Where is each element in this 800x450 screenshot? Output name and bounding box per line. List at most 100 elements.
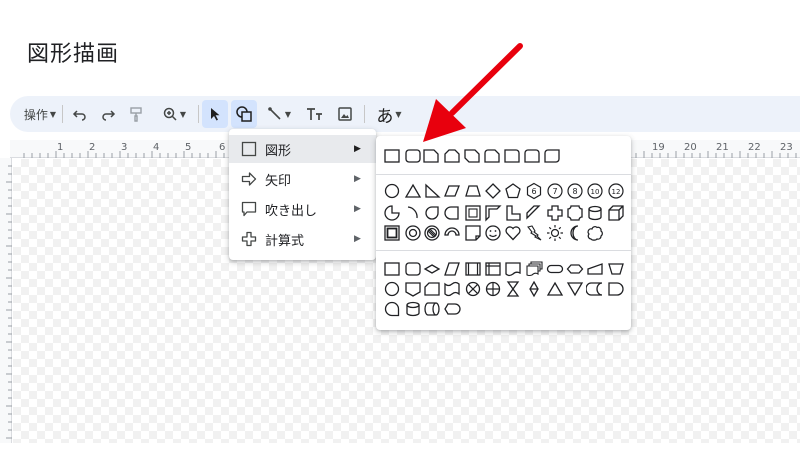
snip-same-side-corner-rectangle-shape-icon[interactable] [443,147,461,165]
rectangle-shape-icon[interactable] [383,147,401,165]
dodecagon-12-shape-icon[interactable]: 12 [607,182,625,200]
flowchart-merge-shape-icon[interactable] [566,280,584,298]
round-diagonal-corner-rectangle-shape-icon[interactable] [543,147,561,165]
flowchart-predefined-process-shape-icon[interactable] [464,260,482,278]
shape-icon [236,106,252,122]
frame-round-shape-icon[interactable] [443,204,461,222]
flowchart-document-shape-icon[interactable] [504,260,522,278]
shape-button[interactable] [231,100,257,128]
flowchart-manual-input-shape-icon[interactable] [586,260,604,278]
flowchart-offpage-connector-shape-icon[interactable] [404,280,422,298]
menu-item-shape[interactable]: 図形 ▶ [229,135,376,163]
flowchart-decision-shape-icon[interactable] [423,260,441,278]
teardrop-shape-icon[interactable] [423,204,441,222]
vertical-ruler [0,158,12,443]
snip-single-corner-rectangle-shape-icon[interactable] [422,147,440,165]
ruler-number: 22 [748,142,761,153]
can-shape-icon[interactable] [586,204,604,222]
no-symbol-shape-icon[interactable] [423,224,441,242]
flowchart-punched-tape-shape-icon[interactable] [443,280,461,298]
menu-item-label: 計算式 [265,233,305,249]
redo-button[interactable] [96,96,120,132]
flowchart-alternate-process-shape-icon[interactable] [404,260,422,278]
menu-item-arrow[interactable]: 矢印 ▶ [229,165,376,193]
flowchart-magnetic-disk-shape-icon[interactable] [404,300,422,318]
lightning-bolt-shape-icon[interactable] [525,224,543,242]
text-style-button[interactable]: あ ▼ [370,96,408,132]
cross-plaque-shape-icon[interactable] [566,204,584,222]
decagon-10-shape-icon[interactable]: 10 [586,182,604,200]
pie-shape-icon[interactable] [383,204,401,222]
ruler-number: 21 [716,142,729,153]
chevron-down-icon: ▼ [49,109,57,119]
flowchart-card-shape-icon[interactable] [423,280,441,298]
cube-shape-icon[interactable] [607,204,625,222]
folded-corner-shape-icon[interactable] [464,224,482,242]
flowchart-terminator-shape-icon[interactable] [546,260,564,278]
snip-diagonal-corner-rectangle-shape-icon[interactable] [463,147,481,165]
actions-menu-button[interactable]: 操作 ▼ [22,96,58,132]
svg-text:7: 7 [552,187,557,196]
flowchart-manual-operation-shape-icon[interactable] [607,260,625,278]
flowchart-multidocument-shape-icon[interactable] [525,260,543,278]
undo-button[interactable] [68,96,92,132]
flowchart-sort-shape-icon[interactable] [525,280,543,298]
flowchart-data-shape-icon[interactable] [443,260,461,278]
flowchart-delay-shape-icon[interactable] [607,280,625,298]
snip-round-rectangle-shape-icon[interactable] [483,147,501,165]
flowchart-process-shape-icon[interactable] [383,260,401,278]
hexagon-6-shape-icon[interactable]: 6 [525,182,543,200]
square-icon [241,141,257,157]
text-style-label: あ [376,106,394,127]
moon-shape-icon[interactable] [566,224,584,242]
octagon-8-shape-icon[interactable]: 8 [566,182,584,200]
diagonal-stripe-shape-icon[interactable] [525,204,543,222]
cloud-shape-icon[interactable] [586,224,604,242]
toolbar-divider [198,105,199,123]
frame-shape-icon[interactable] [464,204,482,222]
submenu-divider [376,174,631,175]
triangle-shape-icon[interactable] [404,182,422,200]
right-triangle-shape-icon[interactable] [423,182,441,200]
heptagon-7-shape-icon[interactable]: 7 [546,182,564,200]
select-button[interactable] [202,100,228,128]
flowchart-summing-junction-shape-icon[interactable] [464,280,482,298]
paint-format-icon [130,107,142,122]
donut-shape-icon[interactable] [404,224,422,242]
heart-shape-icon[interactable] [504,224,522,242]
rounded-rectangle-shape-icon[interactable] [404,147,422,165]
parallelogram-shape-icon[interactable] [443,182,461,200]
trapezoid-shape-icon[interactable] [464,182,482,200]
round-single-corner-rectangle-shape-icon[interactable] [503,147,521,165]
sun-shape-icon[interactable] [546,224,564,242]
diamond-shape-icon[interactable] [484,182,502,200]
l-shape-icon[interactable] [504,204,522,222]
flowchart-connector-shape-icon[interactable] [383,280,401,298]
text-box-button[interactable] [302,96,328,132]
line-button[interactable]: ▼ [262,96,296,132]
round-same-side-corner-rectangle-shape-icon[interactable] [523,147,541,165]
menu-item-label: 矢印 [265,173,292,189]
chord-arc-shape-icon[interactable] [404,204,422,222]
image-button[interactable] [332,96,358,132]
oval-shape-icon[interactable] [383,182,401,200]
zoom-button[interactable]: ▼ [156,96,192,132]
flowchart-sequential-access-storage-shape-icon[interactable] [383,300,401,318]
paint-format-button[interactable] [124,96,148,132]
flowchart-collate-shape-icon[interactable] [504,280,522,298]
plaque-shape-icon[interactable] [546,204,564,222]
flowchart-stored-data-shape-icon[interactable] [586,280,604,298]
flowchart-direct-access-storage-shape-icon[interactable] [423,300,441,318]
half-frame-shape-icon[interactable] [484,204,502,222]
bevel-shape-icon[interactable] [383,224,401,242]
smiley-face-shape-icon[interactable] [484,224,502,242]
pentagon-shape-icon[interactable] [504,182,522,200]
flowchart-or-shape-icon[interactable] [484,280,502,298]
flowchart-extract-shape-icon[interactable] [546,280,564,298]
block-arc-shape-icon[interactable] [443,224,461,242]
flowchart-preparation-shape-icon[interactable] [566,260,584,278]
flowchart-display-shape-icon[interactable] [443,300,461,318]
menu-item-equation[interactable]: 計算式 ▶ [229,225,376,253]
menu-item-callout[interactable]: 吹き出し ▶ [229,195,376,223]
flowchart-internal-storage-shape-icon[interactable] [484,260,502,278]
